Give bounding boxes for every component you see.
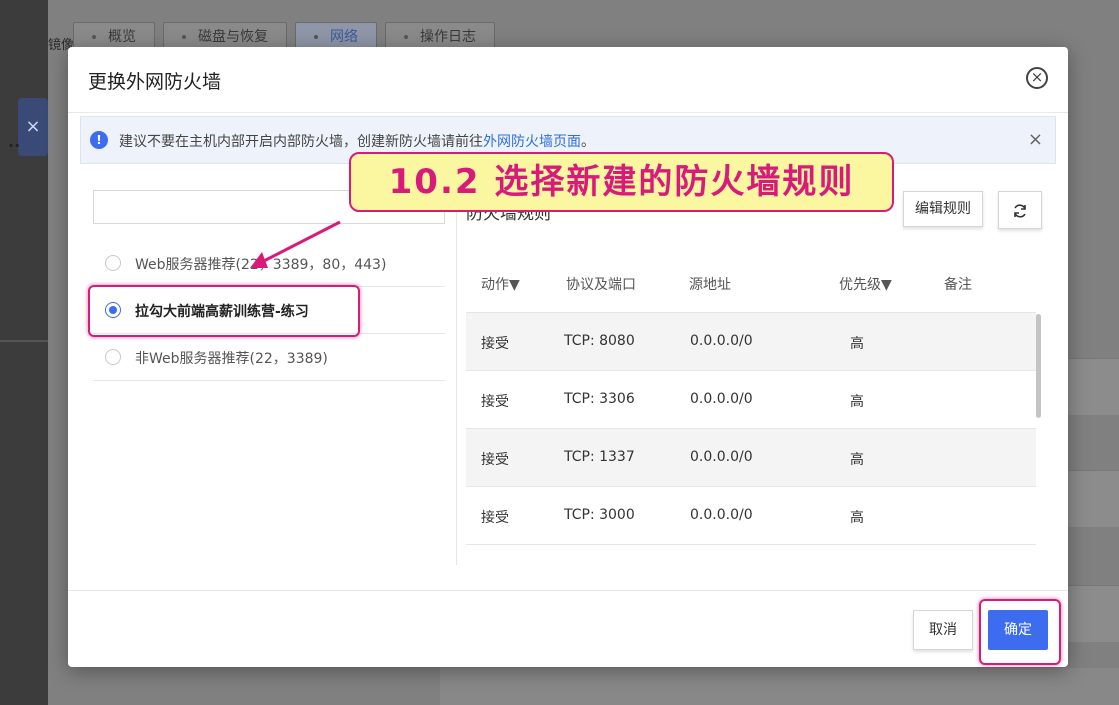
background-dots: .. xyxy=(8,132,21,151)
rule-item-selected[interactable]: 拉勾大前端高薪训练营-练习 xyxy=(93,287,445,334)
rule-label: Web服务器推荐(22，3389，80，443) xyxy=(135,257,387,273)
table-row: 接受 TCP: 1337 0.0.0.0/0 高 xyxy=(466,429,1036,487)
dialog-header: 更换外网防火墙 × xyxy=(68,47,1068,113)
footer-divider xyxy=(68,590,1068,591)
rule-label: 非Web服务器推荐(22，3389) xyxy=(135,351,328,367)
table-row: 接受 TCP: 3306 0.0.0.0/0 高 xyxy=(466,371,1036,429)
firewall-rules-table: 动作▼ 协议及端口 源地址 优先级▼ 备注 接受 TCP: 8080 0.0.0… xyxy=(466,259,1036,545)
background-row xyxy=(1068,470,1119,527)
firewall-dialog: 更换外网防火墙 × ! 建议不要在主机内部开启内部防火墙，创建新防火墙请前往外网… xyxy=(68,47,1068,667)
background-footer xyxy=(440,668,1119,705)
background-row xyxy=(1068,358,1119,415)
refresh-icon xyxy=(1014,204,1026,218)
rule-item[interactable]: Web服务器推荐(22，3389，80，443) xyxy=(93,240,445,287)
edit-rules-button[interactable]: 编辑规则 xyxy=(903,191,983,227)
radio-button-checked[interactable] xyxy=(105,302,121,318)
firewall-page-link[interactable]: 外网防火墙页面 xyxy=(483,134,581,150)
background-row xyxy=(1068,585,1119,642)
column-note: 备注 xyxy=(944,277,972,293)
table-header: 动作▼ 协议及端口 源地址 优先级▼ 备注 xyxy=(466,259,1036,313)
annotation-callout: 10.2 选择新建的防火墙规则 xyxy=(349,152,894,212)
cancel-button[interactable]: 取消 xyxy=(913,610,973,650)
radio-button[interactable] xyxy=(105,255,121,271)
column-action[interactable]: 动作▼ xyxy=(481,274,520,294)
radio-button[interactable] xyxy=(105,349,121,365)
table-row: 接受 TCP: 3000 0.0.0.0/0 高 xyxy=(466,487,1036,545)
dialog-title: 更换外网防火墙 xyxy=(88,71,222,93)
refresh-button[interactable] xyxy=(998,191,1042,229)
alert-close-icon[interactable]: × xyxy=(1028,129,1043,150)
column-source: 源地址 xyxy=(689,277,731,293)
background-close-icon: × xyxy=(18,98,48,156)
circle-close-icon[interactable]: × xyxy=(1026,67,1048,89)
table-scrollbar[interactable] xyxy=(1036,314,1041,418)
column-priority[interactable]: 优先级▼ xyxy=(839,274,892,294)
confirm-button[interactable]: 确定 xyxy=(988,610,1048,650)
alert-text: 建议不要在主机内部开启内部防火墙，创建新防火墙请前往外网防火墙页面。 xyxy=(119,134,595,150)
table-row: 接受 TCP: 8080 0.0.0.0/0 高 xyxy=(466,313,1036,371)
rule-label: 拉勾大前端高薪训练营-练习 xyxy=(135,304,309,320)
column-port: 协议及端口 xyxy=(566,277,636,293)
info-icon: ! xyxy=(90,131,108,149)
rule-item[interactable]: 非Web服务器推荐(22，3389) xyxy=(93,334,445,381)
rule-list: Web服务器推荐(22，3389，80，443) 拉勾大前端高薪训练营-练习 非… xyxy=(93,240,445,381)
panel-divider xyxy=(456,190,457,565)
background-divider xyxy=(0,340,48,342)
